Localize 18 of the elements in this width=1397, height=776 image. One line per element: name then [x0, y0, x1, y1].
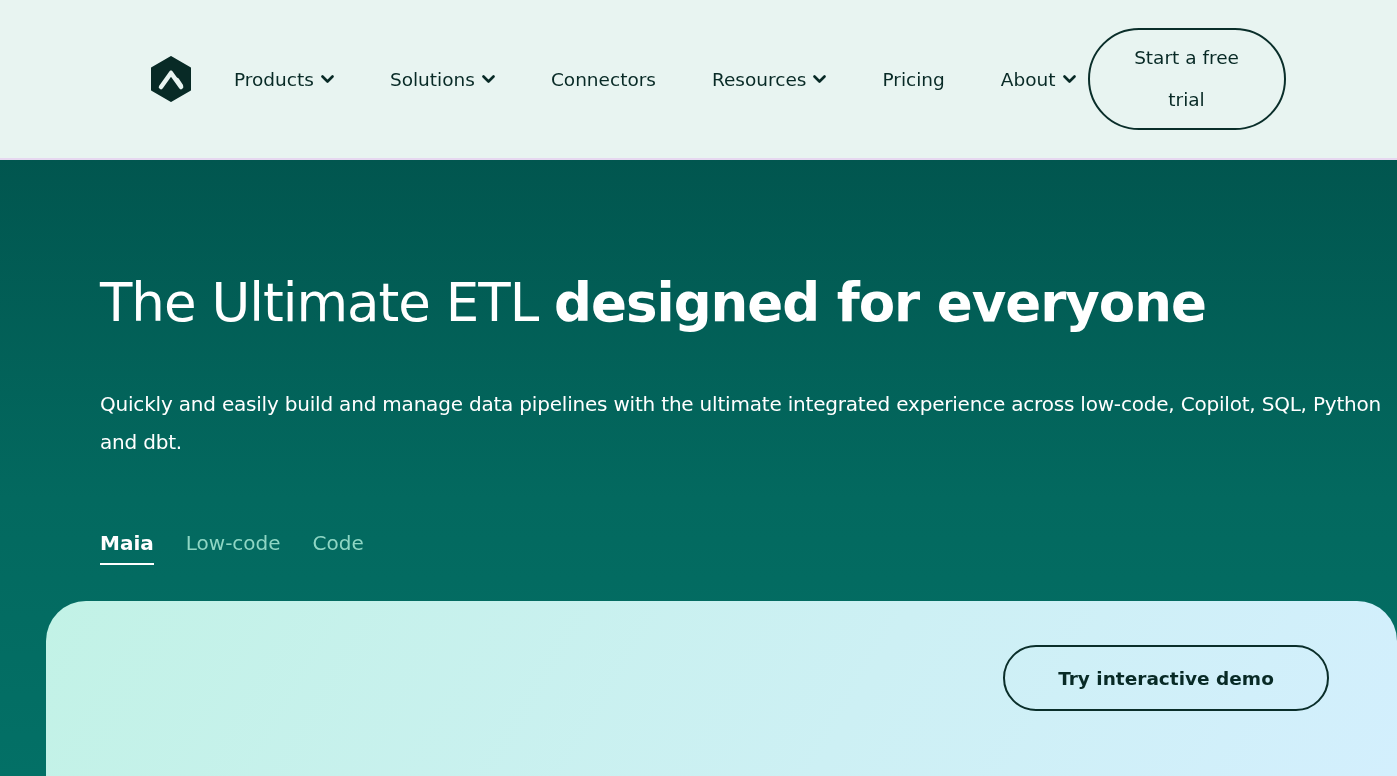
chevron-down-icon [1062, 74, 1076, 84]
demo-button[interactable]: Try interactive demo [1003, 645, 1329, 711]
mode-tab[interactable]: Maia [100, 531, 154, 565]
free-trial-button[interactable]: Start a free trial [1087, 28, 1286, 130]
nav-link[interactable]: Solutions [389, 68, 495, 90]
logo-icon[interactable] [150, 56, 192, 102]
chevron-down-icon [320, 74, 334, 84]
mode-tab[interactable]: Code [312, 531, 364, 565]
chevron-down-icon [813, 74, 827, 84]
chevron-down-icon [481, 74, 495, 84]
hero-subtitle: Quickly and easily build and manage data pipelines with the ultimate integrated experience across low-code, Copilot, SQL, Python and dbt. [100, 391, 1383, 456]
mode-tab[interactable]: Low-code [185, 531, 281, 565]
nav-link[interactable]: Resources [711, 68, 827, 90]
nav-link[interactable]: Connectors [550, 68, 656, 90]
nav-link[interactable]: Products [234, 68, 334, 90]
hero-headline: The Ultimate ETL designed for everyone [100, 272, 1207, 333]
nav-link[interactable]: Pricing [882, 68, 945, 90]
nav-link[interactable]: About [1000, 68, 1076, 90]
